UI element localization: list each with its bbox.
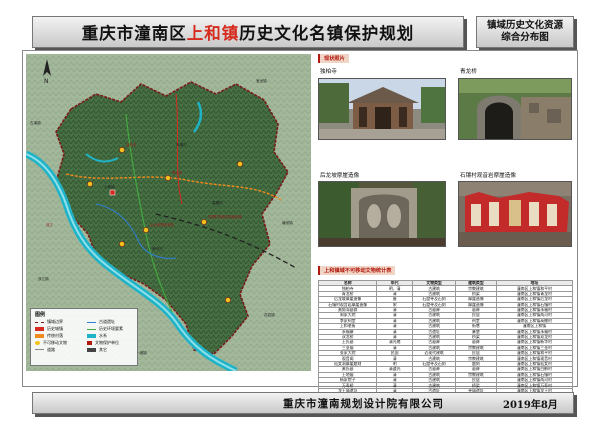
map-legend: 图例 镇域边界 历史城镇 传统村落 不可移动文物 道路 古道遗址 历史环境要素 …: [30, 308, 138, 366]
page-title-highlight: 上和镇: [186, 24, 240, 43]
map-subtitle-line2: 综合分布图: [501, 32, 549, 43]
organization-name: 重庆市潼南规划设计院有限公司: [283, 397, 444, 410]
photo-houlongpo-carvings[interactable]: [318, 181, 446, 247]
legend-item: 不可移动文物: [35, 339, 87, 346]
table-section-title: 上和镇域不可移动文物统计表: [318, 266, 396, 275]
legend-swatch: [35, 349, 44, 351]
map-subtitle-box: 镇域历史文化资源 综合分布图: [476, 16, 574, 48]
legend-swatch: [87, 333, 96, 338]
photo-label: 石镶村观音岩摩崖造像: [460, 173, 516, 179]
photos-section-title: 现状照片: [318, 54, 349, 63]
legend-column-right: 古道遗址 历史环境要素 水系 文物保护单位 其它: [87, 319, 139, 353]
heritage-marker[interactable]: [87, 181, 93, 187]
heritage-marker[interactable]: [237, 161, 243, 167]
river-label: 涪江: [46, 222, 53, 227]
map-subtitle-line1: 镇域历史文化资源: [486, 20, 563, 31]
page-title: 重庆市潼南区上和镇历史文化名镇保护规划: [81, 24, 415, 43]
legend-item: 道路: [35, 346, 87, 353]
legend-title: 图例: [35, 312, 46, 318]
legend-swatch: [35, 333, 44, 338]
town-label: 永福村: [176, 142, 187, 147]
heritage-marker[interactable]: [119, 241, 125, 247]
legend-swatch: [35, 340, 40, 345]
svg-text:N: N: [44, 78, 49, 84]
photo-guanyinyan-carvings[interactable]: [458, 181, 572, 247]
legend-column-left: 镇域边界 历史城镇 传统村落 不可移动文物 道路: [35, 319, 87, 353]
heritage-marker[interactable]: [119, 147, 125, 153]
town-label: 高棚村: [212, 200, 223, 205]
heritage-marker[interactable]: [201, 219, 207, 225]
town-label: 两河村: [152, 246, 163, 251]
legend-item: 镇域边界: [35, 319, 87, 326]
town-label: 塘坝镇: [282, 220, 293, 225]
legend-swatch: [87, 347, 96, 352]
legend-swatch: [35, 321, 44, 323]
town-label: 花岩镇: [264, 312, 275, 317]
legend-swatch: [87, 340, 92, 345]
heritage-marker[interactable]: [143, 227, 149, 233]
town-label: 古溪镇: [30, 120, 41, 125]
heritage-marker[interactable]: [165, 175, 171, 181]
place-label: 后龙坡摩崖造像: [150, 222, 174, 227]
place-label: 青龙桥: [172, 170, 183, 175]
heritage-marker[interactable]: [225, 297, 231, 303]
place-label: 石镶村观音岩摩崖造像: [208, 214, 243, 219]
town-label: 宝龙镇: [256, 78, 267, 83]
photo-dubai-temple[interactable]: [318, 78, 446, 140]
legend-item: 历史环境要素: [87, 326, 139, 333]
legend-item: 历史城镇: [35, 326, 87, 333]
legend-item: 文物保护单位: [87, 339, 139, 346]
legend-item: 古道遗址: [87, 319, 139, 326]
heritage-statistics-table: 名称 年代 文物类型 建筑类型 地址 独柏寺 明、清 古建筑 宗教建筑 潼南区上和镇和平…: [317, 279, 574, 406]
north-arrow-icon: N: [43, 59, 51, 84]
table-row: 石镶村观音岩摩崖造像宋石窟寺及石刻 摩崖造像 潼南区上和镇石镶村: [317, 301, 574, 308]
town-label: 上和镇: [104, 184, 115, 189]
place-label: 独柏寺: [126, 142, 137, 147]
page-title-banner: 重庆市潼南区上和镇历史文化名镇保护规划: [32, 16, 464, 48]
table-row: 后龙坡摩崖造像唐石窟寺及石刻 摩崖造像 潼南区上和镇后龙村: [317, 296, 574, 303]
publish-date: 2019年8月: [503, 399, 558, 411]
legend-swatch: [87, 321, 96, 323]
legend-item: 其它: [87, 346, 139, 353]
town-center-marker[interactable]: [109, 189, 116, 196]
town-label: 双江镇: [38, 276, 49, 281]
photo-qinglong-bridge[interactable]: [458, 78, 572, 140]
legend-item: 水系: [87, 333, 139, 340]
photo-label: 青龙桥: [460, 69, 477, 75]
legend-swatch: [35, 327, 44, 332]
legend-swatch: [87, 328, 96, 330]
footer-banner: 重庆市潼南规划设计院有限公司 2019年8月: [32, 392, 574, 414]
photo-label: 后龙坡摩崖造像: [320, 173, 360, 179]
photo-label: 独柏寺: [320, 69, 337, 75]
table-row: 仙女洞摩崖题刻明石窟寺及石刻 题刻 潼南区上和镇仙女村: [317, 360, 574, 368]
table-body: 独柏寺 明、清 古建筑 宗教建筑 潼南区上和镇和平村 青龙桥清古建筑 桥梁 潼南区上和镇青龙村…: [317, 285, 574, 406]
legend-item: 传统村落: [35, 333, 87, 340]
